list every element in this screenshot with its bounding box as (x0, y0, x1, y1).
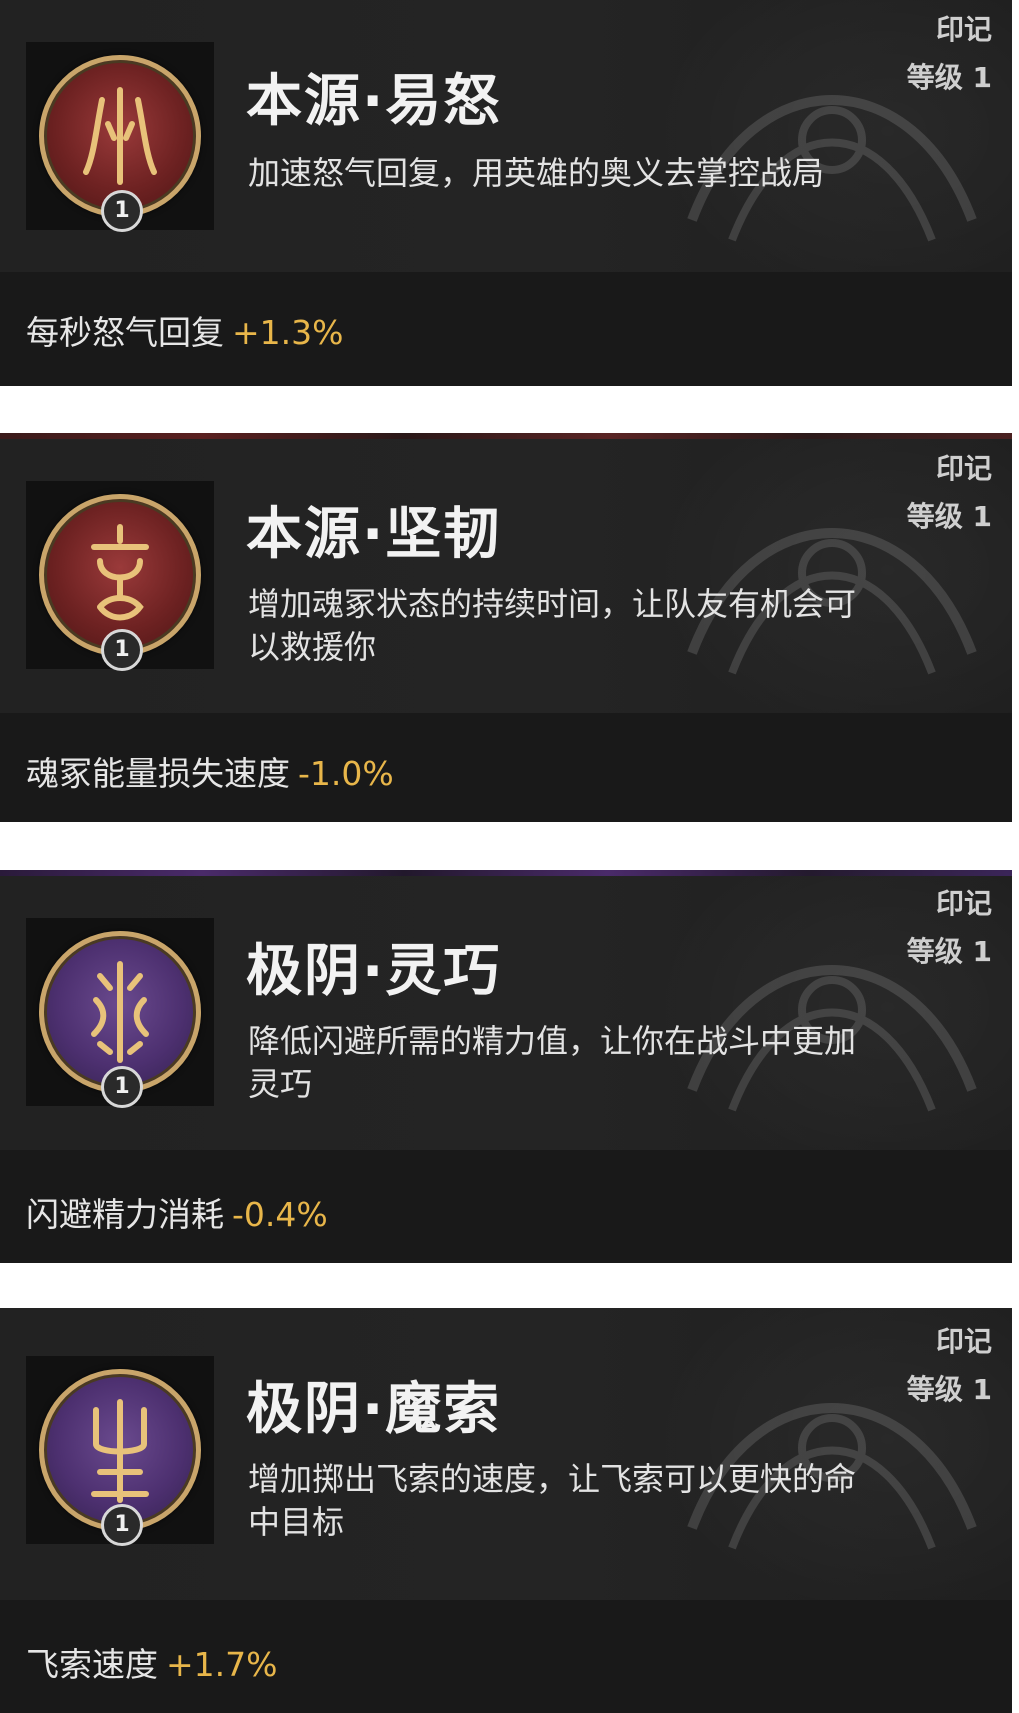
stat-label: 魂冢能量损失速度 (26, 754, 290, 793)
mark-description: 降低闪避所需的精力值，让你在战斗中更加灵巧 (248, 1022, 857, 1103)
mark-level: 等级 1 (906, 935, 992, 968)
mark-description: 增加魂冢状态的持续时间，让队友有机会可以救援你 (248, 585, 857, 666)
stat-label: 飞索速度 (26, 1645, 158, 1684)
mark-title: 本源·易怒 (246, 69, 502, 134)
mark-description: 增加掷出飞索的速度，让飞索可以更快的命中目标 (248, 1460, 857, 1541)
stat-label: 每秒怒气回复 (26, 313, 224, 352)
stat-value: +1.3% (232, 313, 344, 352)
mark-stat: 魂冢能量损失速度 -1.0% (26, 747, 394, 795)
medal: 1 (39, 494, 201, 671)
mark-description: 加速怒气回复，用英雄的奥义去掌控战局 (248, 154, 825, 192)
mark-level: 等级 1 (906, 1373, 992, 1406)
mark-stat: 闪避精力消耗 -0.4% (26, 1188, 328, 1236)
mark-tag: 印记 (935, 452, 992, 485)
medal: 1 (39, 55, 201, 232)
mark-title: 极阴·灵巧 (246, 939, 502, 1004)
mark-level: 等级 1 (906, 61, 992, 94)
mark-stat: 每秒怒气回复 +1.3% (26, 306, 344, 354)
mark-title: 极阴·魔索 (246, 1377, 502, 1442)
mark-tag: 印记 (935, 887, 992, 920)
mark-title: 本源·坚韧 (246, 502, 502, 567)
level-badge: 1 (101, 1504, 143, 1546)
medal: 1 (39, 931, 201, 1108)
icon-frame: 1 (26, 1356, 214, 1546)
level-badge: 1 (101, 190, 143, 232)
stat-value: -1.0% (298, 754, 394, 793)
mark-stat: 飞索速度 +1.7% (26, 1638, 278, 1686)
mark-tag: 印记 (935, 13, 992, 46)
stat-label: 闪避精力消耗 (26, 1195, 224, 1234)
mark-card-toughness[interactable]: 1 本源·坚韧 增加魂冢状态的持续时间，让队友有机会可以救援你 印记 等级 1 … (0, 433, 1012, 822)
mark-tag: 印记 (935, 1325, 992, 1358)
icon-frame: 1 (26, 918, 214, 1108)
level-badge: 1 (101, 629, 143, 671)
icon-frame: 1 (26, 481, 214, 671)
mark-card-rage[interactable]: 1 本源·易怒 加速怒气回复，用英雄的奥义去掌控战局 印记 等级 1 每秒怒气回… (0, 0, 1012, 386)
mark-level: 等级 1 (906, 500, 992, 533)
medal: 1 (39, 1369, 201, 1546)
level-badge: 1 (101, 1066, 143, 1108)
mark-card-grapple[interactable]: 1 极阴·魔索 增加掷出飞索的速度，让飞索可以更快的命中目标 印记 等级 1 飞… (0, 1308, 1012, 1713)
icon-frame: 1 (26, 42, 214, 232)
stat-value: +1.7% (166, 1645, 278, 1684)
mark-card-agility[interactable]: 1 极阴·灵巧 降低闪避所需的精力值，让你在战斗中更加灵巧 印记 等级 1 闪避… (0, 870, 1012, 1263)
stat-value: -0.4% (232, 1195, 328, 1234)
